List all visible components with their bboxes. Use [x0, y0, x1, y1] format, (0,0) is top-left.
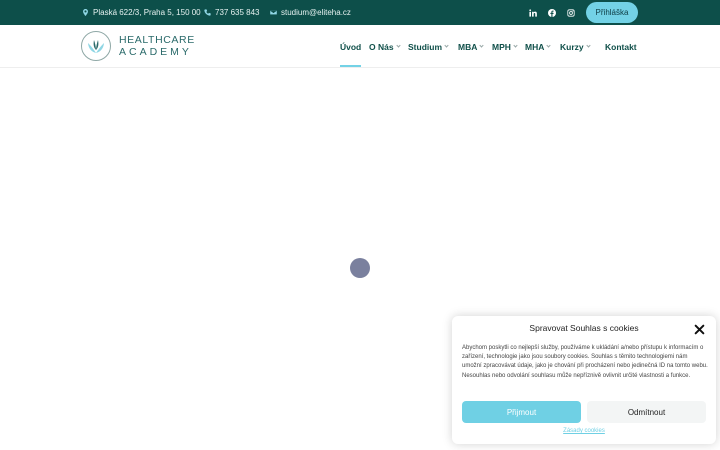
instagram-link[interactable] [564, 0, 578, 25]
nav-item-label: MHA [525, 41, 545, 52]
nav-item-label: Kurzy [560, 41, 584, 52]
loading-spinner [350, 258, 370, 278]
address-contact: Plaská 622/3, Praha 5, 150 00 [82, 0, 201, 25]
map-marker-icon [83, 9, 88, 16]
facebook-link[interactable] [545, 0, 559, 25]
logo[interactable]: HEALTHCARE ACADEMY [81, 31, 201, 63]
logo-text-healthcare: HEALTHCARE [119, 34, 195, 46]
chevron-down-icon [444, 43, 449, 48]
chevron-down-icon [513, 43, 518, 48]
nav-item-o-nas[interactable]: O Nás [369, 25, 401, 68]
cookie-consent-dialog: Spravovat Souhlas s cookies Abychom posk… [452, 316, 716, 444]
nav-item-mph[interactable]: MPH [492, 25, 518, 68]
nav-item-label: Studium [408, 41, 442, 52]
cookie-dialog-title: Spravovat Souhlas s cookies [529, 323, 639, 333]
nav-item-studium[interactable]: Studium [408, 25, 449, 68]
close-icon [694, 324, 705, 335]
top-bar: Plaská 622/3, Praha 5, 150 00 737 635 84… [0, 0, 720, 25]
phone-icon [204, 9, 211, 16]
deny-cookies-button[interactable]: Odmítnout [587, 401, 706, 423]
nav-item-label: Kontakt [605, 41, 637, 52]
nav-item-label: MBA [458, 41, 478, 52]
nav-item-mba[interactable]: MBA [458, 25, 484, 68]
laurel-icon [88, 40, 104, 53]
logo-text-academy: ACADEMY [119, 46, 192, 58]
nav-item-label: O Nás [369, 41, 394, 52]
facebook-icon [548, 8, 556, 17]
linkedin-link[interactable] [526, 0, 540, 25]
nav-item-kurzy[interactable]: Kurzy [560, 25, 591, 68]
application-button[interactable]: Přihláška [586, 2, 638, 23]
cookie-description: Abychom poskytli co nejlepší služby, pou… [462, 345, 708, 379]
nav-item-uvod[interactable]: Úvod [340, 25, 361, 68]
linkedin-icon [529, 8, 537, 17]
cookie-policy-link[interactable]: Zásady cookies [452, 428, 716, 434]
chevron-down-icon [395, 43, 401, 48]
nav-active-indicator [340, 65, 361, 67]
chevron-down-icon [479, 43, 484, 48]
nav-item-mha[interactable]: MHA [525, 25, 551, 68]
instagram-icon [567, 8, 575, 17]
chevron-down-icon [586, 43, 591, 48]
envelope-icon [270, 10, 277, 15]
email-contact[interactable]: studium@eliteha.cz [270, 0, 351, 25]
phone-contact[interactable]: 737 635 843 [204, 0, 260, 25]
phone-text: 737 635 843 [215, 8, 260, 17]
nav-item-label: MPH [492, 41, 511, 52]
nav-item-kontakt[interactable]: Kontakt [605, 25, 637, 68]
nav-item-label: Úvod [340, 41, 362, 52]
accept-cookies-button[interactable]: Přijmout [462, 401, 581, 423]
close-button[interactable] [694, 322, 705, 335]
logo-emblem [81, 31, 111, 61]
main-header: HEALTHCARE ACADEMY Úvod O Nás Studium MB… [0, 25, 720, 68]
chevron-down-icon [546, 43, 551, 48]
email-text: studium@eliteha.cz [281, 8, 351, 17]
address-text: Plaská 622/3, Praha 5, 150 00 [93, 8, 201, 17]
